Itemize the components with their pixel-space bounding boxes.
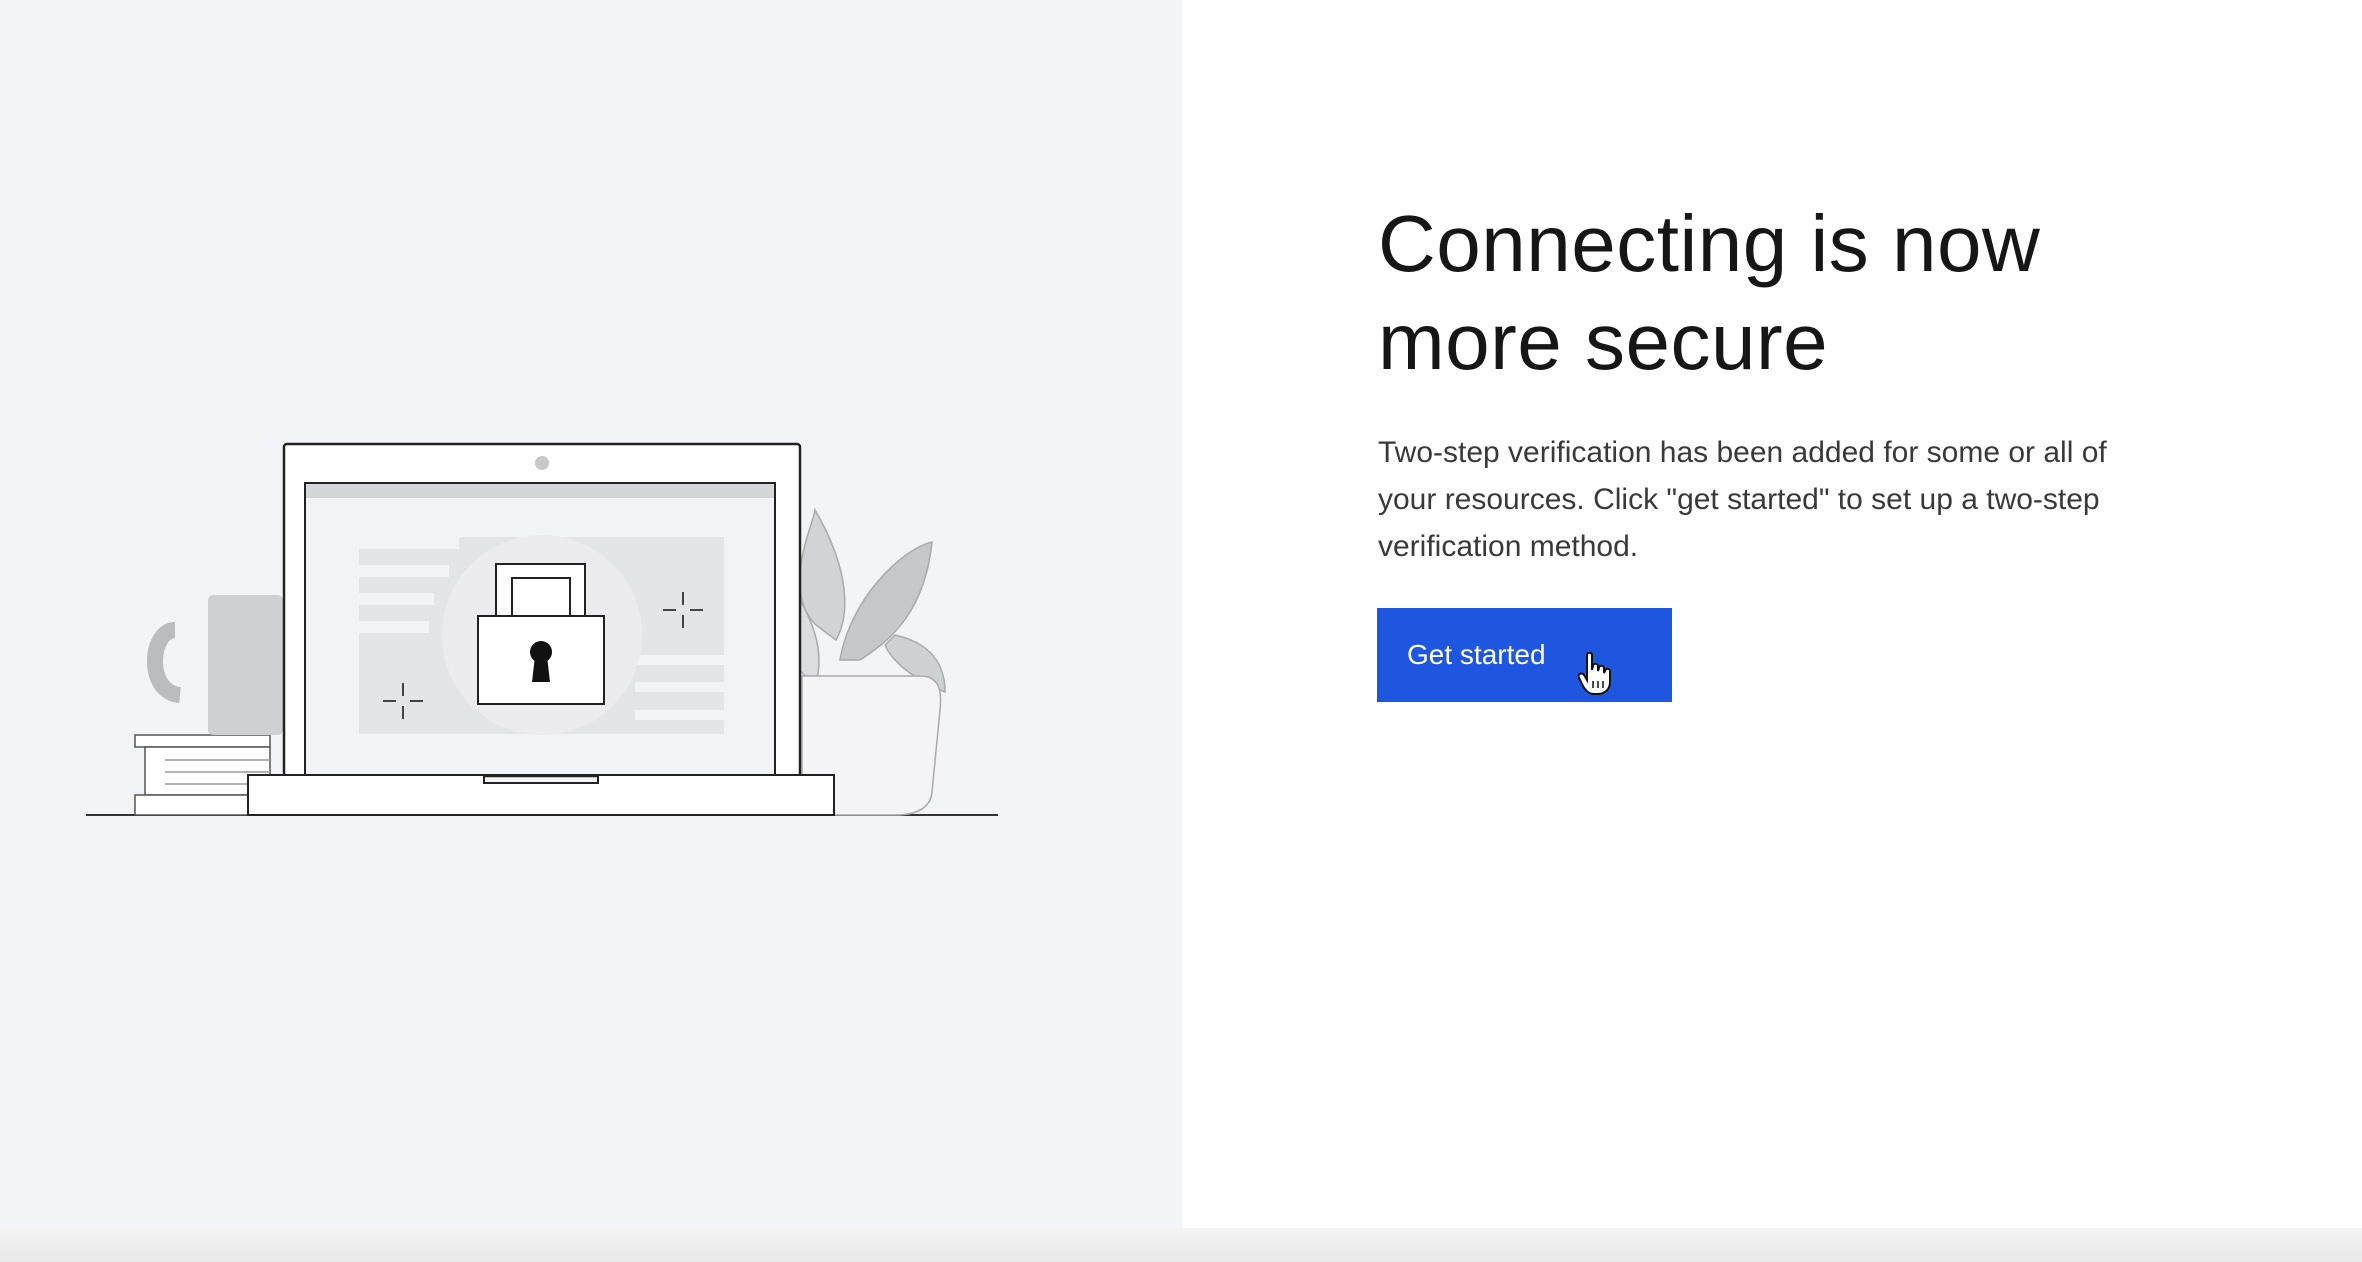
- illustration-panel: [0, 0, 1182, 1262]
- get-started-button[interactable]: Get started: [1377, 608, 1672, 702]
- laptop-lock-illustration: [86, 442, 998, 816]
- page: Connecting is now more secure Two-step v…: [0, 0, 2362, 1262]
- description-text: Two-step verification has been added for…: [1378, 436, 2107, 563]
- hand-pointer-cursor: [1578, 652, 1611, 695]
- page-title: Connecting is now more secure: [1378, 199, 2041, 386]
- content-panel: [1182, 0, 2362, 1228]
- bottom-edge: [0, 1228, 2362, 1262]
- main-content: Connecting is now more secure Two-step v…: [1378, 195, 2278, 570]
